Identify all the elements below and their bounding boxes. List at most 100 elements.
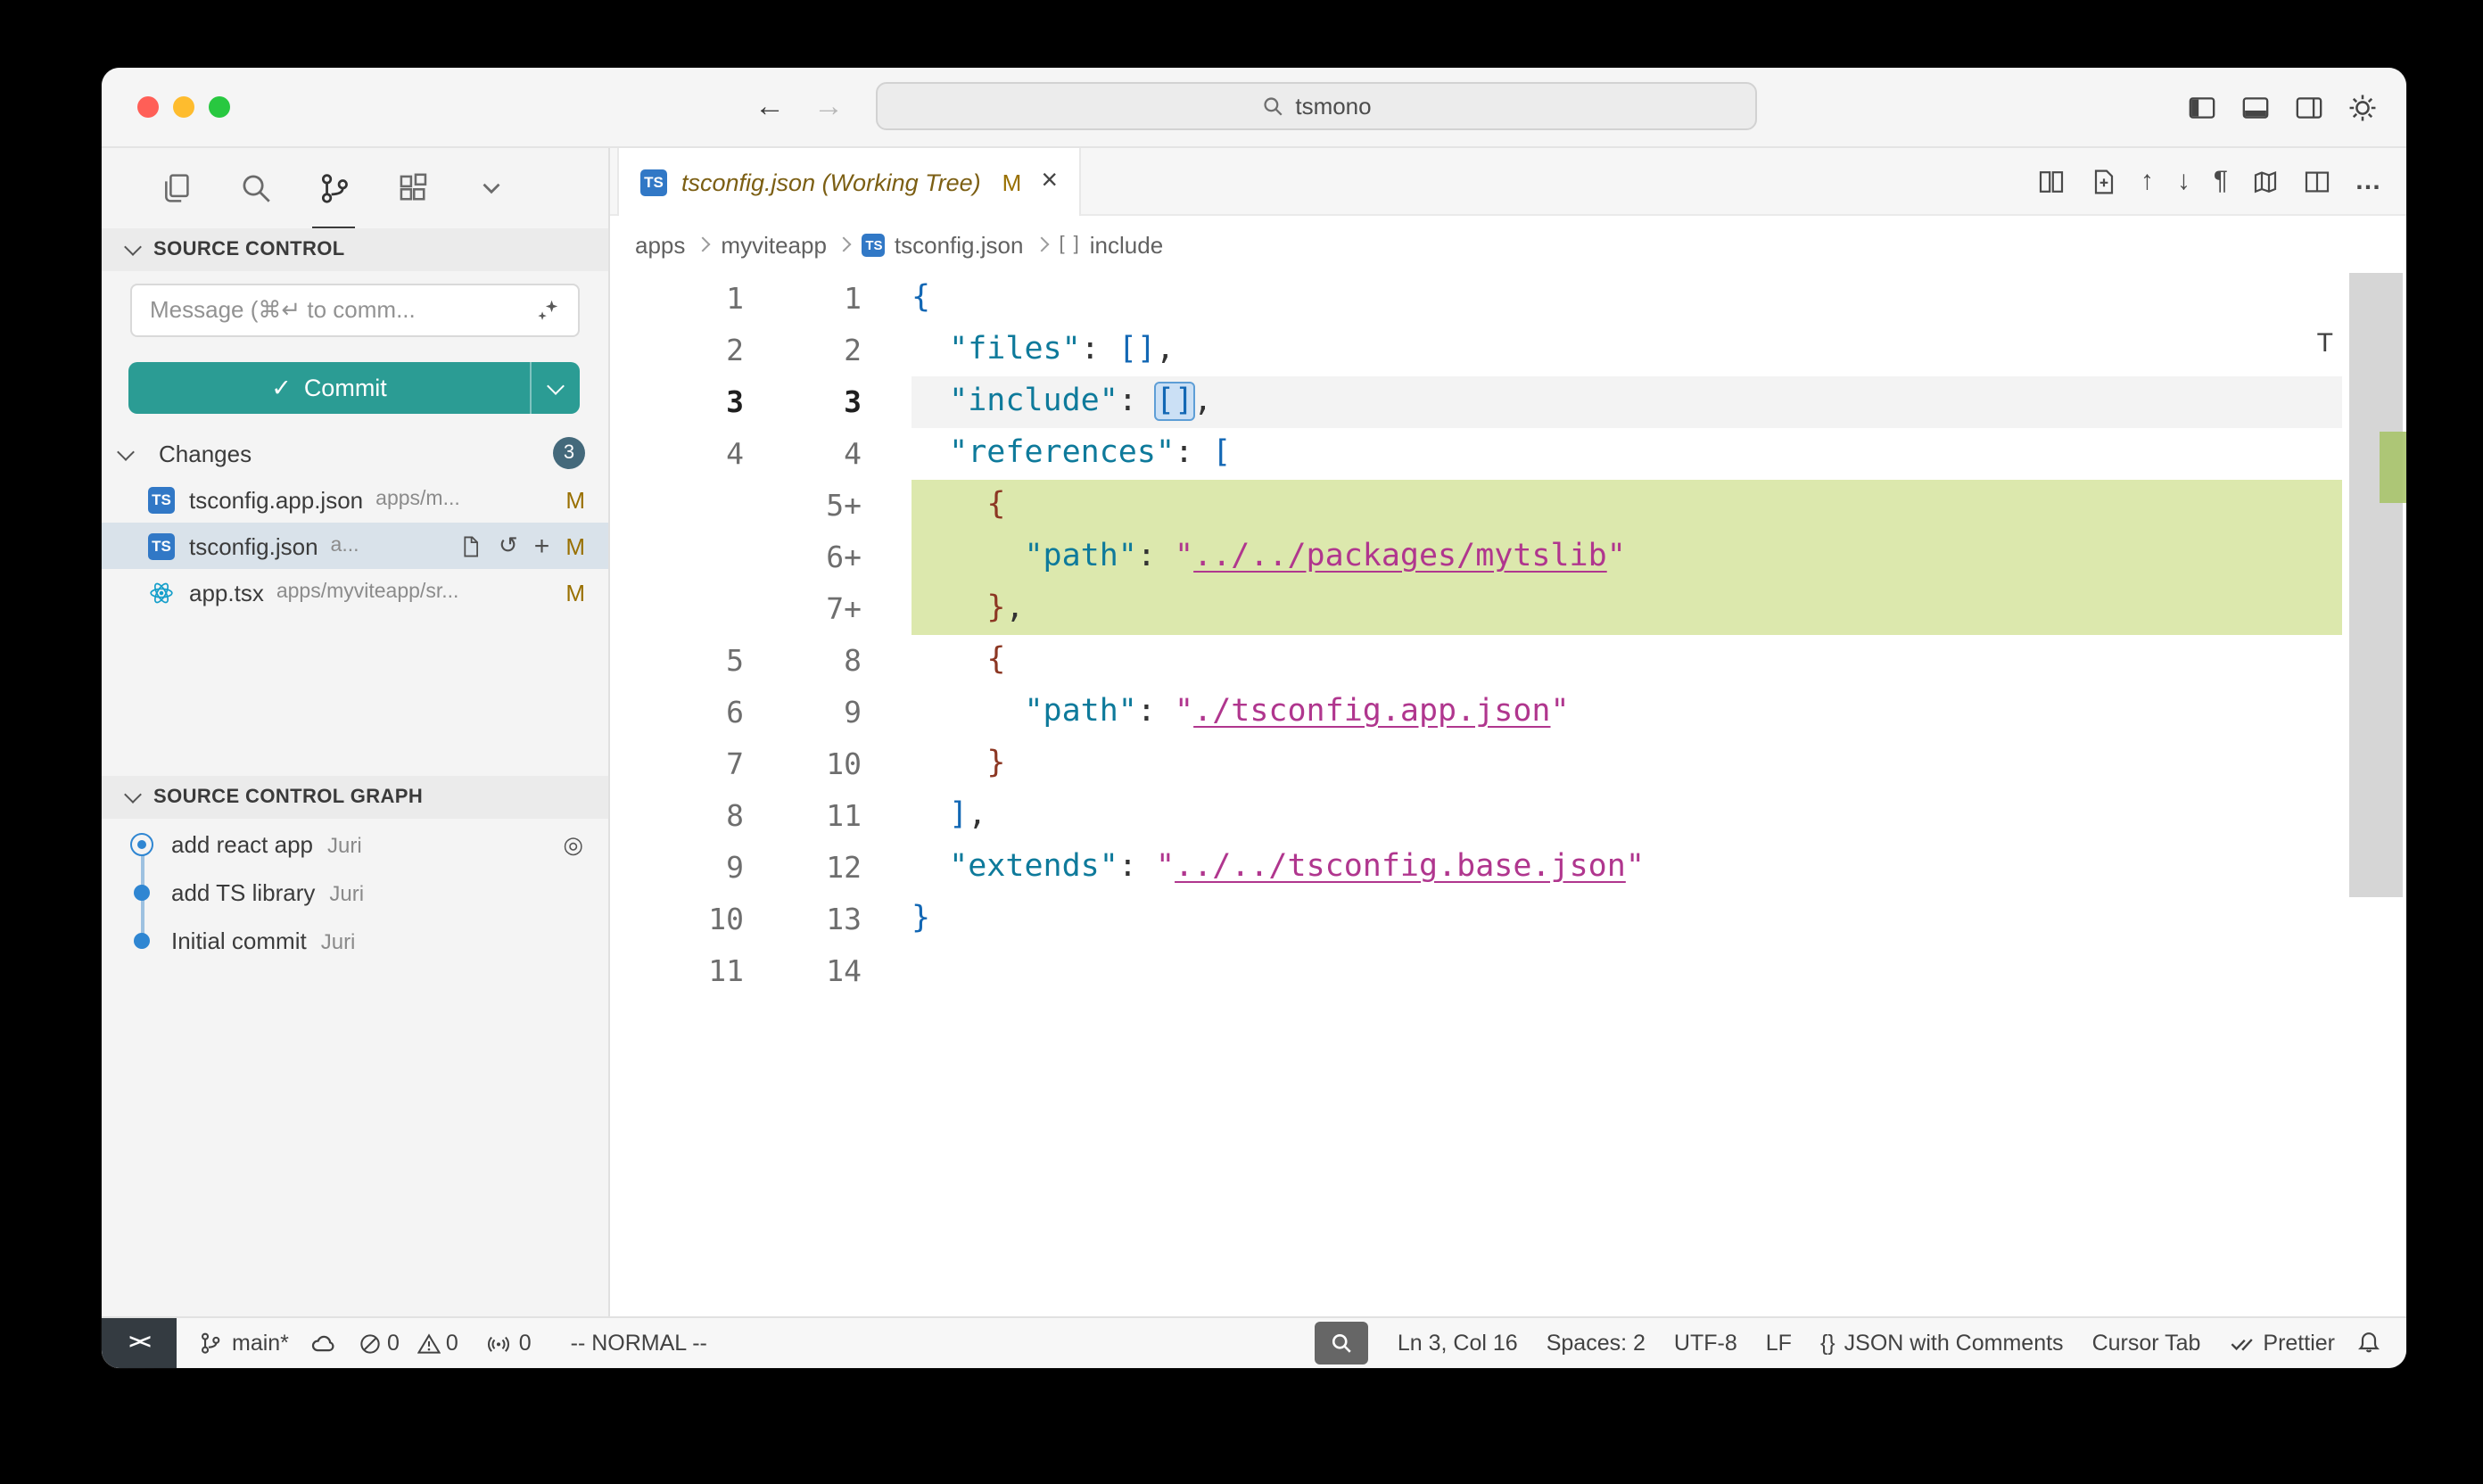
- code-token: []: [1156, 383, 1193, 419]
- close-tab-icon[interactable]: ×: [1041, 168, 1058, 196]
- notifications-bell[interactable]: [2356, 1331, 2381, 1356]
- breadcrumb-item[interactable]: TStsconfig.json: [862, 231, 1024, 258]
- titlebar-actions: [2187, 68, 2378, 146]
- new-line-number: 7+: [744, 583, 862, 635]
- scm-file-row[interactable]: TStsconfig.app.jsonapps/m...M: [102, 476, 608, 523]
- toggle-secondary-sidebar-icon[interactable]: [2294, 92, 2324, 122]
- ports-indicator[interactable]: 0: [487, 1331, 532, 1356]
- commit-row[interactable]: Initial commitJuri: [102, 917, 608, 965]
- source-control-icon[interactable]: [312, 148, 355, 230]
- commit-dropdown-button[interactable]: [530, 362, 580, 414]
- code-token: [912, 590, 986, 626]
- code-link[interactable]: ../../tsconfig.base.json: [1175, 849, 1626, 885]
- window-controls: [137, 96, 230, 118]
- code-token: "extends": [949, 849, 1118, 885]
- git-status-modified-badge: M: [565, 486, 585, 513]
- braces-icon: {}: [1820, 1331, 1835, 1356]
- problems-indicator[interactable]: 0 0: [359, 1331, 458, 1356]
- code-link[interactable]: ../../packages/mytslib: [1193, 539, 1607, 574]
- commit-row[interactable]: add react appJuri◎: [102, 820, 608, 869]
- toggle-primary-sidebar-icon[interactable]: [2187, 92, 2217, 122]
- code-token: ": [1607, 539, 1626, 574]
- commit-button[interactable]: ✓ Commit: [128, 362, 580, 414]
- map-icon[interactable]: [2251, 167, 2280, 195]
- publish-changes[interactable]: [310, 1330, 337, 1356]
- split-editor-icon[interactable]: [2303, 167, 2331, 195]
- commit-message-input[interactable]: Message (⌘↵ to comm...: [130, 284, 580, 337]
- warnings-icon: [417, 1331, 441, 1355]
- formatter-indicator[interactable]: Prettier: [2229, 1331, 2335, 1356]
- breadcrumb-item[interactable]: apps: [635, 231, 685, 258]
- go-back-button[interactable]: ←: [755, 89, 785, 125]
- settings-gear-icon[interactable]: [2347, 92, 2378, 122]
- open-file-icon[interactable]: [2089, 167, 2117, 195]
- errors-icon: [359, 1331, 382, 1355]
- zoom-window-button[interactable]: [209, 96, 230, 118]
- eol-indicator[interactable]: LF: [1766, 1331, 1792, 1356]
- more-views-chevron-icon[interactable]: [469, 148, 512, 227]
- editor-scrollbar[interactable]: [2346, 273, 2406, 1316]
- old-line-number: [610, 532, 744, 583]
- encoding-text: UTF-8: [1674, 1331, 1737, 1356]
- changes-section-header[interactable]: Changes 3: [102, 432, 608, 476]
- code-line-content: "files": [],: [912, 325, 2342, 376]
- commit-button-main[interactable]: ✓ Commit: [128, 362, 530, 414]
- breadcrumb-item[interactable]: myviteapp: [721, 231, 827, 258]
- code-link[interactable]: ./tsconfig.app.json: [1193, 694, 1550, 730]
- code-line-content: {: [912, 635, 2342, 687]
- open-file-icon[interactable]: [459, 534, 483, 557]
- indentation-indicator[interactable]: Spaces: 2: [1547, 1331, 1646, 1356]
- collapse-chevron-icon: [117, 442, 135, 460]
- language-mode-indicator[interactable]: {} JSON with Comments: [1820, 1331, 2064, 1356]
- vscode-window: ← → tsmono: [102, 68, 2406, 1368]
- stage-changes-icon[interactable]: +: [534, 531, 550, 561]
- scm-file-row[interactable]: app.tsxapps/myviteapp/sr...M: [102, 569, 608, 615]
- discard-changes-icon[interactable]: ↺: [499, 532, 518, 560]
- check-icon: ✓: [271, 374, 292, 402]
- commit-row[interactable]: add TS libraryJuri: [102, 869, 608, 917]
- code-line-content: }: [912, 894, 2342, 945]
- breadcrumbs: apps myviteapp TStsconfig.json [ ]include: [610, 216, 2406, 273]
- sidebar: SOURCE CONTROL Message (⌘↵ to comm... ✓ …: [102, 148, 610, 1316]
- cursor-tab-indicator[interactable]: Cursor Tab: [2092, 1331, 2201, 1356]
- source-control-graph-header[interactable]: SOURCE CONTROL GRAPH: [102, 776, 608, 819]
- search-panel-icon[interactable]: [234, 148, 276, 227]
- scrollbar-thumb[interactable]: [2349, 273, 2403, 897]
- file-name: app.tsx: [189, 579, 264, 606]
- zoom-indicator[interactable]: [1316, 1322, 1369, 1364]
- code-token: [912, 642, 986, 678]
- previous-change-icon[interactable]: ↑: [2141, 168, 2154, 194]
- command-center-search[interactable]: tsmono: [876, 82, 1757, 130]
- diff-editor[interactable]: 11{22 "files": [],33 "include": [],44 "r…: [610, 273, 2406, 1316]
- code-line-content: "path": "./tsconfig.app.json": [912, 687, 2342, 738]
- code-token: :: [1175, 435, 1212, 471]
- checkout-target-icon[interactable]: ◎: [563, 830, 583, 859]
- explorer-icon[interactable]: [155, 148, 198, 227]
- breadcrumb-label: myviteapp: [721, 231, 827, 258]
- cursor-position[interactable]: Ln 3, Col 16: [1398, 1331, 1518, 1356]
- open-changes-icon[interactable]: [2037, 167, 2066, 195]
- code-token: {: [912, 280, 930, 316]
- toggle-panel-icon[interactable]: [2240, 92, 2271, 122]
- remote-indicator[interactable]: ><: [102, 1318, 177, 1368]
- whitespace-toggle-icon[interactable]: ¶: [2214, 168, 2228, 194]
- ai-sparkle-icon[interactable]: [535, 298, 560, 323]
- branch-indicator[interactable]: main*: [198, 1331, 289, 1356]
- scm-file-row[interactable]: TStsconfig.jsona...↺+M: [102, 523, 608, 569]
- history-navigation: ← →: [755, 68, 844, 146]
- close-window-button[interactable]: [137, 96, 159, 118]
- extensions-icon[interactable]: [391, 148, 433, 227]
- minimize-window-button[interactable]: [173, 96, 194, 118]
- more-actions-icon[interactable]: …: [2355, 168, 2381, 194]
- new-line-number: 4: [744, 428, 862, 480]
- git-status-modified-badge: M: [565, 579, 585, 606]
- breadcrumb-item[interactable]: [ ]include: [1059, 231, 1163, 258]
- go-forward-button[interactable]: →: [813, 89, 844, 125]
- tab-tsconfig-json[interactable]: TS tsconfig.json (Working Tree) M ×: [617, 148, 1081, 216]
- code-line: 5+ {: [610, 480, 2406, 532]
- source-control-header[interactable]: SOURCE CONTROL: [102, 228, 608, 271]
- code-line: 7+ },: [610, 583, 2406, 635]
- encoding-indicator[interactable]: UTF-8: [1674, 1331, 1737, 1356]
- next-change-icon[interactable]: ↓: [2177, 168, 2190, 194]
- old-line-number: 11: [610, 945, 744, 997]
